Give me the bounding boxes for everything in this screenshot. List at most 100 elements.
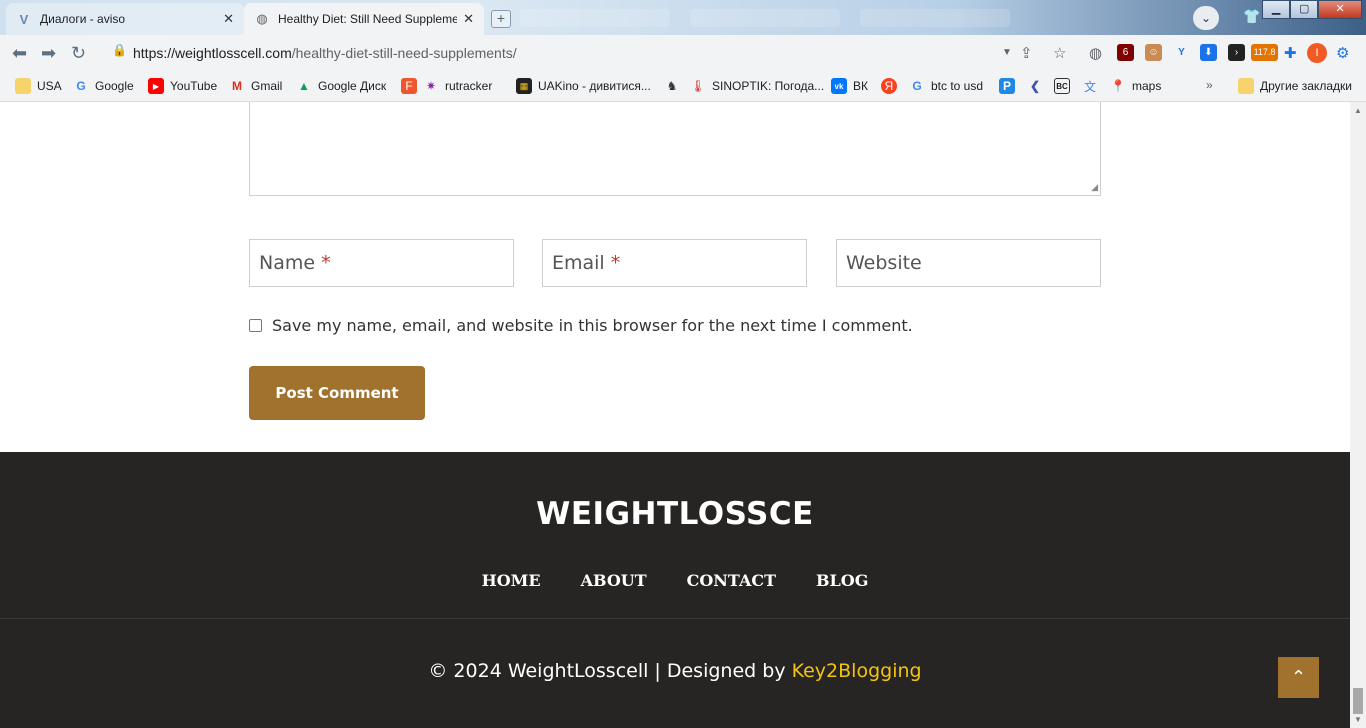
bookmark-chess[interactable]: ♞ xyxy=(664,78,686,94)
save-info-label[interactable]: Save my name, email, and website in this… xyxy=(272,316,913,335)
bookmark-usa[interactable]: USA xyxy=(15,78,62,94)
close-window-button[interactable]: ✕ xyxy=(1318,0,1362,19)
bookmark-label: btc to usd xyxy=(931,79,984,93)
close-tab-icon[interactable]: ✕ xyxy=(223,11,234,27)
save-info-row: Save my name, email, and website in this… xyxy=(249,316,913,335)
url-text[interactable]: https://weightlosscell.com/healthy-diet-… xyxy=(133,45,517,61)
bookmark-google[interactable]: G Google xyxy=(73,78,134,94)
resize-handle-icon[interactable]: ◢ xyxy=(1091,182,1098,193)
vpn-globe-icon[interactable]: ◍ xyxy=(1089,44,1102,62)
bookmark-label: UAKino - дивитися... xyxy=(538,79,651,93)
p-icon: P xyxy=(999,78,1015,94)
tab-title: Диалоги - aviso xyxy=(40,12,126,26)
ublock-extension-icon[interactable]: 6 xyxy=(1117,44,1134,61)
theme-tshirt-icon[interactable]: 👕 xyxy=(1243,8,1260,25)
save-info-checkbox[interactable] xyxy=(249,319,262,332)
tab-search-chevron-icon[interactable]: ⌄ xyxy=(1193,6,1219,30)
site-footer: WEIGHTLOSSCE HOME ABOUT CONTACT BLOG © 2… xyxy=(0,452,1350,728)
maps-pin-icon: 📍 xyxy=(1110,79,1126,93)
y-extension-icon[interactable]: Y xyxy=(1173,44,1190,61)
footer-nav-about[interactable]: ABOUT xyxy=(581,571,647,590)
face-extension-icon[interactable]: ☺ xyxy=(1145,44,1162,61)
bookmark-label: SINOPTIK: Погода... xyxy=(712,79,825,93)
tab-strip: V Диалоги - aviso ✕ ◍ Healthy Diet: Stil… xyxy=(0,0,1366,35)
bookmark-sinoptik[interactable]: 🌡 SINOPTIK: Погода... xyxy=(690,78,824,94)
bookmark-youtube[interactable]: ▶ YouTube xyxy=(148,78,217,94)
background-tab-ghost xyxy=(860,9,1010,27)
new-tab-button[interactable]: + xyxy=(491,10,511,28)
bookmarks-bar: USA G Google ▶ YouTube M Gmail ▲ Google Диск… xyxy=(0,71,1366,102)
share-icon[interactable]: ⇪ xyxy=(1020,44,1033,62)
bookmark-bc[interactable]: BC xyxy=(1054,78,1076,94)
bookmark-label: YouTube xyxy=(170,79,218,93)
bookmark-google-drive[interactable]: ▲ Google Диск xyxy=(296,78,386,94)
counter-extension-icon[interactable]: 117.8 xyxy=(1251,44,1278,61)
forward-arrow-icon[interactable]: ➡ xyxy=(41,43,56,64)
bookmark-label: Другие закладки xyxy=(1260,79,1352,93)
bookmarks-overflow-button[interactable]: » xyxy=(1206,78,1213,92)
bookmark-label: Google Диск xyxy=(318,79,387,93)
terminal-extension-icon[interactable]: › xyxy=(1228,44,1245,61)
rutracker-icon: F xyxy=(401,78,417,94)
bookmark-other[interactable]: Другие закладки xyxy=(1238,78,1352,94)
dropdown-triangle-icon[interactable]: ▼ xyxy=(1002,47,1012,58)
footer-nav: HOME ABOUT CONTACT BLOG xyxy=(0,571,1350,590)
footer-nav-blog[interactable]: BLOG xyxy=(816,571,868,590)
download-extension-icon[interactable]: ⬇ xyxy=(1200,44,1217,61)
close-tab-icon[interactable]: ✕ xyxy=(463,11,474,27)
bookmark-arrow[interactable]: ❮ xyxy=(1027,78,1049,94)
bookmark-btc-to-usd[interactable]: Gbtc to usd xyxy=(909,78,983,94)
bookmark-label: maps xyxy=(1132,79,1162,93)
bookmark-uakino[interactable]: ▦ UAKino - дивитися... xyxy=(516,78,651,94)
bookmark-p[interactable]: P xyxy=(999,78,1021,94)
email-placeholder: Email xyxy=(552,252,605,274)
back-to-top-button[interactable]: ⌃ xyxy=(1278,657,1319,698)
chevron-up-icon: ⌃ xyxy=(1290,667,1307,687)
post-comment-button[interactable]: Post Comment xyxy=(249,366,425,420)
profile-avatar[interactable]: I xyxy=(1307,43,1327,63)
bookmark-yandex[interactable]: Я xyxy=(881,78,903,94)
bookmark-maps[interactable]: 📍 maps xyxy=(1110,78,1162,94)
bookmark-label: Google xyxy=(95,79,134,93)
translate-icon: 文 xyxy=(1083,79,1096,94)
email-field[interactable]: Email * xyxy=(542,239,807,287)
footer-nav-home[interactable]: HOME xyxy=(482,571,541,590)
bc-icon: BC xyxy=(1054,78,1070,94)
back-arrow-icon[interactable]: ⬅ xyxy=(12,43,27,64)
scroll-up-arrow-icon[interactable]: ▲ xyxy=(1354,106,1362,115)
bookmark-translate[interactable]: 文 xyxy=(1082,78,1104,94)
avatar-letter: I xyxy=(1315,47,1319,59)
ublock-badge: 6 xyxy=(1122,47,1129,58)
drive-icon: ▲ xyxy=(298,79,310,93)
tab-healthy-diet[interactable]: ◍ Healthy Diet: Still Need Supplemen ✕ xyxy=(244,3,484,35)
scroll-down-arrow-icon[interactable]: ▼ xyxy=(1354,715,1362,724)
tab-dialogs-aviso[interactable]: V Диалоги - aviso ✕ xyxy=(6,3,244,35)
lock-icon[interactable]: 🔒 xyxy=(112,43,127,57)
maximize-window-button[interactable]: ▢ xyxy=(1290,0,1319,19)
minimize-window-button[interactable]: ▁ xyxy=(1262,0,1291,19)
name-field[interactable]: Name * xyxy=(249,239,514,287)
footer-divider xyxy=(0,618,1350,619)
reload-icon[interactable]: ↻ xyxy=(71,43,86,64)
required-asterisk: * xyxy=(321,252,331,274)
aviso-favicon-icon: V xyxy=(19,11,29,27)
folder-icon xyxy=(15,78,31,94)
website-placeholder: Website xyxy=(846,252,922,274)
name-placeholder: Name xyxy=(259,252,316,274)
required-asterisk: * xyxy=(610,252,621,274)
page-scrollbar[interactable]: ▲ ▼ xyxy=(1350,102,1366,728)
bookmark-rutracker[interactable]: F ✷ rutracker xyxy=(401,78,492,94)
menu-gear-icon[interactable]: ⚙ xyxy=(1336,44,1349,62)
window-controls: ▁ ▢ ✕ xyxy=(1262,0,1362,19)
left-chevron-icon: ❮ xyxy=(1029,79,1041,93)
bookmark-star-icon[interactable]: ☆ xyxy=(1053,44,1066,62)
extensions-puzzle-icon[interactable]: ✚ xyxy=(1284,44,1297,62)
bookmark-gmail[interactable]: M Gmail xyxy=(229,78,282,94)
comment-textarea[interactable]: ◢ xyxy=(249,102,1101,196)
bookmark-vk[interactable]: vk ВК xyxy=(831,78,868,94)
designer-link[interactable]: Key2Blogging xyxy=(792,660,922,682)
website-field[interactable]: Website xyxy=(836,239,1101,287)
footer-logo[interactable]: WEIGHTLOSSCE xyxy=(0,496,1350,532)
scroll-thumb[interactable] xyxy=(1353,688,1363,714)
footer-nav-contact[interactable]: CONTACT xyxy=(687,571,776,590)
